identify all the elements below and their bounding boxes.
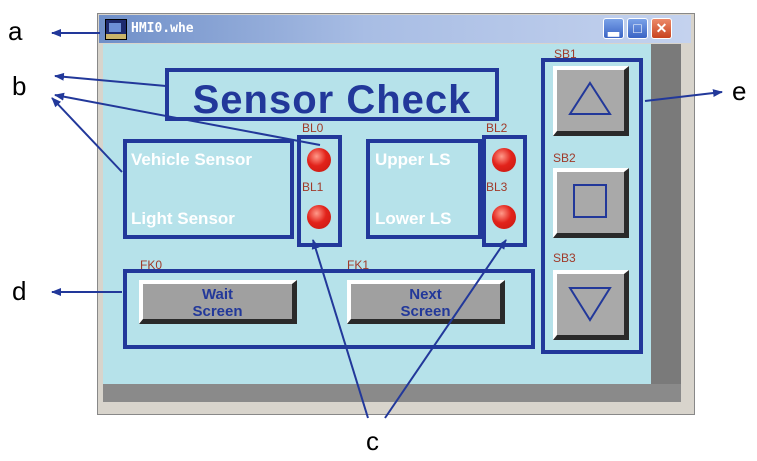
arrow-c-left (311, 239, 369, 419)
annotation-arrows (51, 29, 723, 419)
callout-b: b (12, 71, 27, 101)
callout-e: e (732, 76, 747, 106)
arrow-c-right (384, 239, 507, 419)
arrow-b-lamp (54, 92, 321, 146)
callout-c: c (366, 426, 379, 456)
callout-d: d (12, 276, 27, 306)
arrow-b-sensor (51, 97, 123, 173)
callout-a: a (8, 16, 23, 46)
arrow-e (644, 89, 723, 102)
arrow-b-heading (54, 72, 167, 87)
